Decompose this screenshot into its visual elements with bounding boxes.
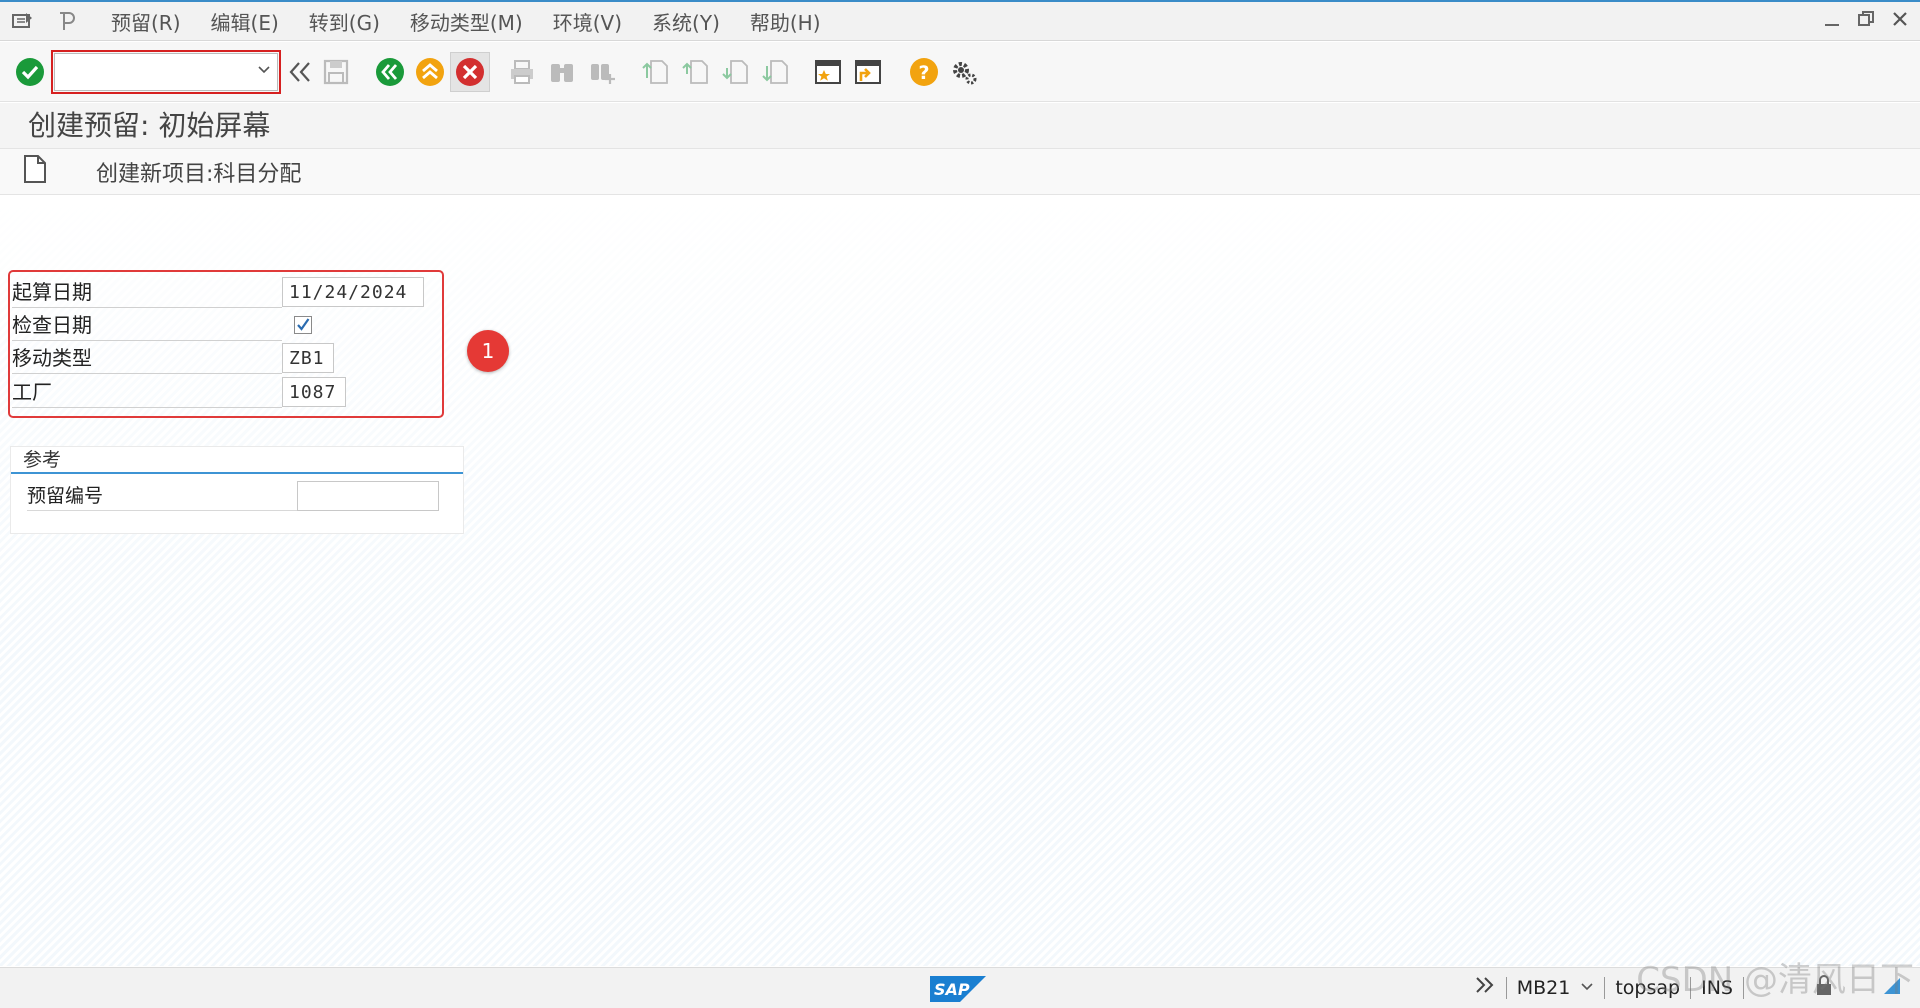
annotation-badge: 1 (467, 330, 509, 372)
new-session-icon[interactable] (808, 52, 848, 92)
status-separator (1604, 976, 1606, 999)
checkmark-icon (297, 318, 310, 331)
page-title: 创建预留: 初始屏幕 (0, 103, 1920, 149)
base-date-field[interactable] (282, 277, 424, 307)
close-icon[interactable] (1890, 10, 1910, 30)
svg-text:?: ? (918, 62, 929, 84)
back-button[interactable] (370, 52, 410, 92)
sap-logo: SAP (930, 976, 986, 1002)
menu-goto[interactable]: 转到(G) (294, 7, 395, 36)
movement-type-row: 移动类型 (12, 342, 432, 374)
plant-label: 工厂 (12, 377, 282, 408)
new-document-icon[interactable] (22, 154, 48, 189)
reference-group: 参考 预留编号 (10, 446, 464, 534)
main-content: 起算日期 检查日期 移动类型 工厂 1 参考 预留编号 (0, 196, 1920, 966)
menu-edit[interactable]: 编辑(E) (196, 7, 294, 36)
last-page-icon[interactable] (756, 52, 796, 92)
base-date-label: 起算日期 (12, 277, 282, 308)
first-page-icon[interactable] (636, 52, 676, 92)
transaction-code: MB21 (1516, 976, 1571, 999)
application-toolbar: 创建新项目:科目分配 (0, 149, 1920, 195)
enter-button[interactable] (10, 52, 50, 92)
svg-text:SAP: SAP (934, 980, 970, 999)
window-controls (1822, 10, 1910, 30)
menu-help[interactable]: 帮助(H) (735, 7, 836, 36)
reference-group-title: 参考 (11, 447, 463, 474)
chevron-down-icon[interactable] (1580, 977, 1594, 999)
system-menu-icon[interactable] (8, 12, 38, 30)
plant-row: 工厂 (12, 376, 432, 408)
print-icon[interactable] (502, 52, 542, 92)
reservation-number-label: 预留编号 (27, 481, 297, 511)
menu-movement-type[interactable]: 移动类型(M) (395, 7, 538, 36)
next-page-icon[interactable] (716, 52, 756, 92)
standard-toolbar: ? (0, 42, 1920, 102)
minimize-icon[interactable] (1822, 10, 1842, 30)
movement-type-field[interactable] (282, 343, 334, 373)
menu-bar: 预留(R) 编辑(E) 转到(G) 移动类型(M) 环境(V) 系统(Y) 帮助… (0, 0, 1920, 41)
command-field[interactable] (51, 49, 281, 94)
create-new-item-account-assignment-button[interactable]: 创建新项目:科目分配 (96, 156, 301, 188)
check-date-row: 检查日期 (12, 309, 432, 341)
double-chevron-right-icon[interactable] (1474, 974, 1496, 1001)
movement-type-label: 移动类型 (12, 343, 282, 374)
generate-shortcut-icon[interactable] (848, 52, 888, 92)
exit-button[interactable] (410, 52, 450, 92)
menu-environment[interactable]: 环境(V) (538, 7, 637, 36)
chevron-down-icon[interactable] (257, 63, 271, 77)
check-date-label: 检查日期 (12, 310, 282, 341)
reservation-number-row: 预留编号 (11, 478, 463, 514)
reservation-number-field[interactable] (297, 481, 439, 511)
status-bar: SAP MB21 topsap INS (0, 967, 1920, 1008)
status-separator (1505, 976, 1507, 999)
help-icon[interactable]: ? (904, 52, 944, 92)
double-chevron-left-icon[interactable] (284, 52, 316, 92)
sap-personalize-icon[interactable] (52, 10, 82, 32)
previous-page-icon[interactable] (676, 52, 716, 92)
menu-system[interactable]: 系统(Y) (637, 7, 735, 36)
check-date-checkbox[interactable] (294, 316, 312, 334)
find-next-icon[interactable] (582, 52, 622, 92)
plant-field[interactable] (282, 377, 346, 407)
csdn-watermark: CSDN @清风日下 (1636, 960, 1914, 1000)
base-date-row: 起算日期 (12, 276, 432, 308)
settings-gear-icon[interactable] (944, 52, 984, 92)
save-icon[interactable] (316, 52, 356, 92)
menu-reservation[interactable]: 预留(R) (96, 7, 196, 36)
restore-icon[interactable] (1856, 10, 1876, 30)
cancel-button[interactable] (450, 51, 490, 92)
command-input[interactable] (55, 53, 245, 88)
find-icon[interactable] (542, 52, 582, 92)
